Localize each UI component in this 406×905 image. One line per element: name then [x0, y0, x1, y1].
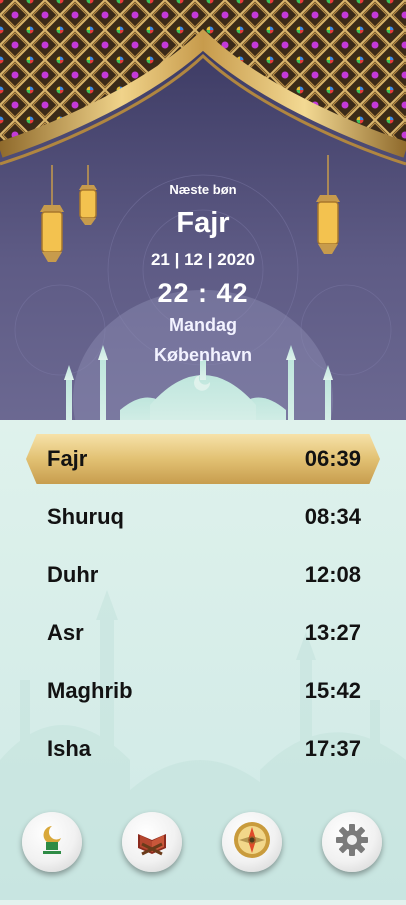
quran-button[interactable]	[122, 812, 182, 872]
prayer-name: Asr	[47, 620, 84, 645]
weekday: Mandag	[168, 315, 237, 335]
bottom-navigation	[0, 812, 406, 876]
prayer-name: Maghrib	[47, 678, 133, 703]
prayer-time: 15:42	[304, 678, 361, 703]
quran-icon	[132, 820, 172, 865]
gear-icon	[332, 820, 372, 865]
next-prayer-label: Næste bøn	[169, 182, 237, 197]
city-name[interactable]: København	[0, 342, 406, 368]
prayer-name: Isha	[47, 736, 92, 761]
prayer-row-fajr[interactable]: Fajr 06:39	[0, 434, 406, 484]
prayer-name: Fajr	[47, 446, 88, 471]
next-prayer-header: Næste bøn Fajr 21 | 12 | 2020 22 : 42 Ma…	[0, 180, 406, 368]
qibla-compass-button[interactable]	[222, 812, 282, 872]
compass-icon	[231, 819, 273, 866]
prayer-row-maghrib[interactable]: Maghrib 15:42	[0, 662, 406, 720]
prayer-row-shuruq[interactable]: Shuruq 08:34	[0, 488, 406, 546]
prayer-row-duhr[interactable]: Duhr 12:08	[0, 546, 406, 604]
prayer-time: 13:27	[304, 620, 361, 645]
prayer-row-isha[interactable]: Isha 17:37	[0, 720, 406, 778]
logo-button[interactable]	[22, 812, 82, 872]
prayer-times-list: Fajr 06:39 Shuruq 08:34 Duhr 12:08 Asr 1…	[0, 430, 406, 778]
prayer-row-asr[interactable]: Asr 13:27	[0, 604, 406, 662]
prayer-time: 06:39	[304, 446, 361, 471]
prayer-time: 08:34	[304, 504, 361, 529]
prayer-name: Duhr	[47, 562, 99, 587]
settings-button[interactable]	[322, 812, 382, 872]
prayer-time: 12:08	[304, 562, 361, 587]
prayer-name: Shuruq	[47, 504, 124, 529]
prayer-time: 17:37	[304, 736, 361, 761]
current-time: 22 : 42	[157, 278, 249, 308]
next-prayer-name: Fajr	[176, 207, 230, 239]
logo-icon	[32, 820, 72, 865]
current-date: 21 | 12 | 2020	[150, 250, 256, 269]
